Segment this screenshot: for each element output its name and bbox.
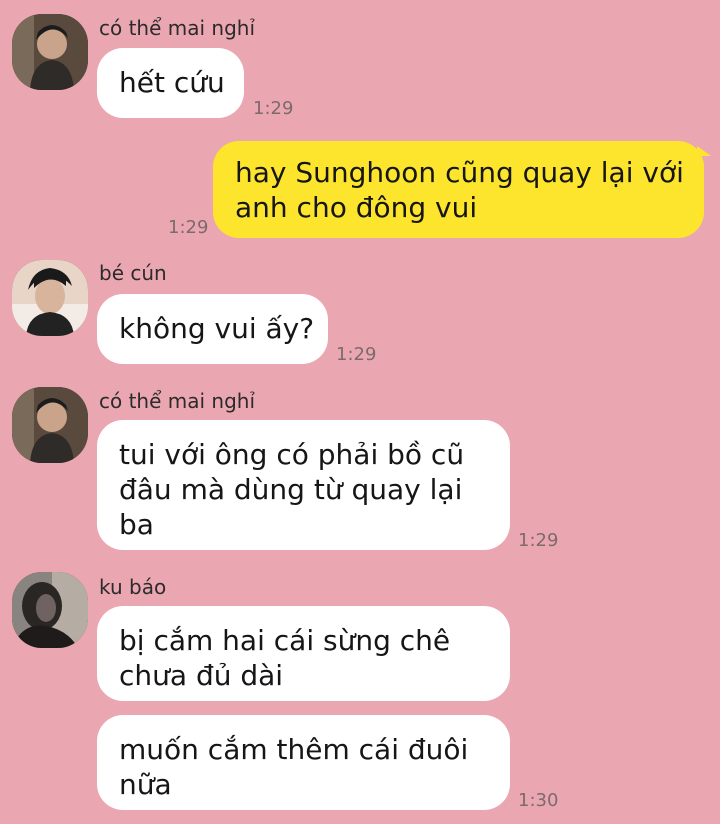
bubble-tail: [697, 146, 711, 156]
message-bubble[interactable]: muốn cắm thêm cái đuôi nữa: [97, 715, 510, 810]
message-text: nữa: [119, 768, 172, 801]
message-text: hay Sunghoon cũng quay lại với: [235, 156, 684, 189]
message-text: tui với ông có phải bồ cũ: [119, 438, 465, 471]
profile-photo-icon: [12, 260, 88, 336]
sender-name: có thể mai nghỉ: [99, 389, 256, 413]
message-bubble[interactable]: hết cứu: [97, 48, 244, 118]
message-text: ba: [119, 508, 154, 541]
message-timestamp: 1:29: [253, 98, 294, 119]
message-text: không vui ấy?: [119, 312, 315, 345]
avatar[interactable]: [12, 14, 88, 90]
message-timestamp: 1:30: [518, 790, 559, 811]
message-bubble[interactable]: bị cắm hai cái sừng chê chưa đủ dài: [97, 606, 510, 701]
message-timestamp: 1:29: [518, 530, 559, 551]
avatar[interactable]: [12, 572, 88, 648]
avatar[interactable]: [12, 387, 88, 463]
message-text: anh cho đông vui: [235, 191, 478, 224]
profile-photo-icon: [12, 572, 88, 648]
message-text: đâu mà dùng từ quay lại: [119, 473, 463, 506]
message-bubble[interactable]: tui với ông có phải bồ cũ đâu mà dùng từ…: [97, 420, 510, 550]
message-text: hết cứu: [119, 66, 225, 99]
sender-name: có thể mai nghỉ: [99, 16, 256, 40]
message-text: chưa đủ dài: [119, 659, 284, 692]
profile-photo-icon: [12, 387, 88, 463]
message-timestamp: 1:29: [336, 344, 377, 365]
message-timestamp: 1:29: [168, 217, 209, 238]
sender-name: bé cún: [99, 261, 167, 285]
sender-name: ku báo: [99, 575, 167, 599]
avatar[interactable]: [12, 260, 88, 336]
message-text: muốn cắm thêm cái đuôi: [119, 733, 469, 766]
message-text: bị cắm hai cái sừng chê: [119, 624, 451, 657]
profile-photo-icon: [12, 14, 88, 90]
message-bubble[interactable]: không vui ấy?: [97, 294, 328, 364]
message-bubble-outgoing[interactable]: hay Sunghoon cũng quay lại với anh cho đ…: [213, 141, 704, 238]
